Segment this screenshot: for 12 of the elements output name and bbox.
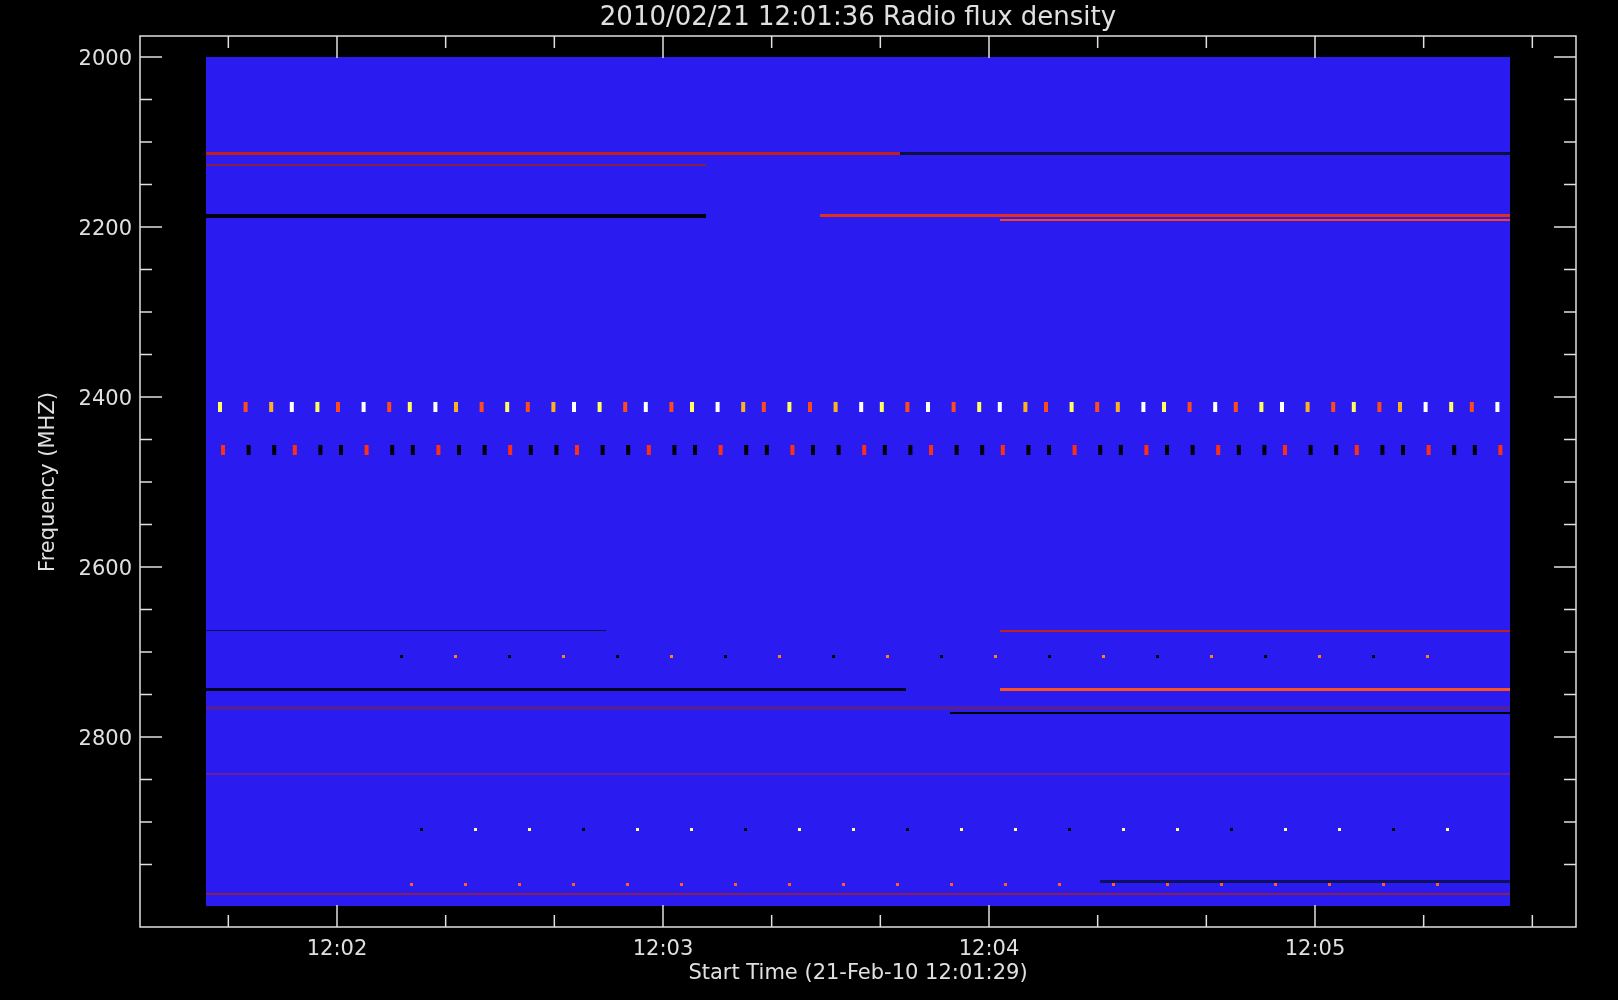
tick-label: 12:04	[958, 936, 1020, 960]
tick-label: 2200	[78, 216, 132, 240]
tick-label: 12:02	[306, 936, 368, 960]
tick-label: 12:05	[1284, 936, 1346, 960]
tick-label: 12:03	[632, 936, 694, 960]
chart-title: 2010/02/21 12:01:36 Radio flux density	[599, 1, 1117, 31]
tick-label: 2600	[78, 556, 132, 580]
axis-label: Frequency (MHZ)	[35, 392, 59, 572]
tick-label: 2400	[78, 386, 132, 410]
tick-label: 2000	[78, 46, 132, 70]
tick-label: 2800	[78, 726, 132, 750]
axis-label: Start Time (21-Feb-10 12:01:29)	[688, 960, 1028, 984]
